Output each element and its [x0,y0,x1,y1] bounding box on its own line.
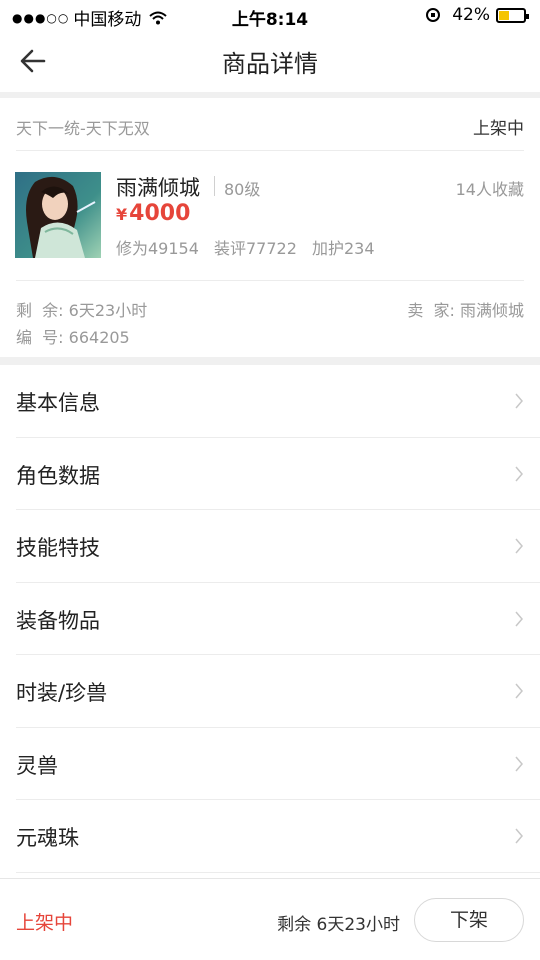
menu-item-label: 时装/珍兽 [16,681,108,705]
stat-protection: 加护234 [312,239,375,258]
price-amount: 4000 [129,201,191,226]
menu-item-equipment[interactable]: 装备物品 [0,583,540,655]
remaining-time: 剩 余: 6天23小时 [16,301,148,320]
chevron-right-icon [515,466,523,481]
divider [16,871,540,873]
menu-item-label: 元魂珠 [16,826,79,850]
listing-status: 上架中 [473,119,524,139]
server-name: 天下一统-天下无双 [16,119,150,138]
menu-item-label: 技能特技 [16,536,100,560]
menu-item-label: 角色数据 [16,463,100,488]
favorite-count: 14人收藏 [455,180,524,199]
section-divider [0,357,540,365]
chevron-right-icon [515,756,523,771]
menu-item-soul-beads[interactable]: 元魂珠 [0,800,540,873]
battery-fill [499,10,509,20]
bottom-listing-status: 上架中 [16,912,74,934]
battery-icon [496,7,529,23]
chevron-right-icon [515,611,523,626]
bottom-remaining-time: 剩余 6天23小时 [277,915,400,935]
chevron-right-icon [515,683,523,699]
avatar-image [15,172,101,258]
server-row: 天下一统-天下无双 上架中 [0,98,540,150]
orientation-lock-icon [426,8,441,22]
chevron-right-icon [515,393,523,409]
currency-symbol: ¥ [116,205,128,224]
menu-item-basic-info[interactable]: 基本信息 [0,365,540,438]
price: ¥4000 [116,201,190,226]
character-level: 80级 [224,180,261,199]
stat-gear-score: 装评77722 [214,239,297,258]
chevron-right-icon [515,828,523,844]
stat-cultivation: 修为49154 [116,239,199,258]
nav-bar: 商品详情 [0,30,540,92]
delist-button[interactable]: 下架 [414,898,524,942]
character-avatar [15,172,101,258]
character-stats: 修为49154 装评77722 加护234 [116,235,385,259]
serial-number: 编 号: 664205 [16,328,130,347]
level-divider [214,176,215,196]
menu-item-label: 灵兽 [16,753,58,778]
divider [16,280,524,281]
menu-item-label: 基本信息 [16,391,100,415]
battery-percent: 42% [452,5,490,25]
status-bar: ●●●○○ 中国移动 上午8:14 42% [0,0,540,30]
status-right: 42% [426,5,529,25]
divider [16,150,524,151]
character-name: 雨满倾城 [116,176,200,200]
page-title: 商品详情 [222,50,318,78]
menu-item-label: 装备物品 [16,608,100,633]
detail-menu: 基本信息 角色数据 技能特技 装备物品 时装/珍兽 灵兽 元魂珠 [0,365,540,873]
battery-cap [526,13,529,19]
menu-item-fashion-pets[interactable]: 时装/珍兽 [0,655,540,728]
menu-item-character-data[interactable]: 角色数据 [0,438,540,510]
arrow-left-icon[interactable] [16,44,50,78]
seller-name: 卖 家: 雨满倾城 [407,301,524,320]
bottom-bar: 上架中 剩余 6天23小时 下架 [0,878,540,960]
chevron-right-icon [515,538,523,554]
menu-item-skills[interactable]: 技能特技 [0,510,540,583]
menu-item-spirit-beasts[interactable]: 灵兽 [0,728,540,800]
